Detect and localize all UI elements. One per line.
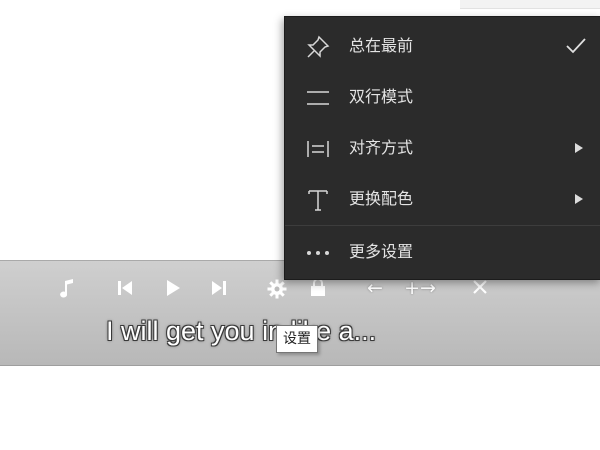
menu-item-label: 更多设置 — [349, 242, 414, 261]
previous-track-button[interactable] — [112, 275, 138, 301]
menu-item-more-settings[interactable]: 更多设置 — [285, 227, 600, 277]
next-track-button[interactable] — [206, 275, 232, 301]
menu-item-alignment[interactable]: 对齐方式 — [285, 123, 600, 173]
more-icon — [305, 240, 331, 266]
text-color-icon — [305, 187, 331, 213]
play-button[interactable] — [160, 275, 186, 301]
menu-item-always-on-top[interactable]: 总在最前 — [285, 21, 600, 71]
menu-item-label: 双行模式 — [349, 87, 414, 106]
double-line-icon — [305, 85, 331, 111]
background-window-edge — [460, 0, 600, 9]
music-note-icon[interactable] — [54, 275, 80, 301]
menu-item-label: 总在最前 — [349, 36, 414, 55]
menu-item-change-color[interactable]: 更换配色 — [285, 174, 600, 224]
pin-icon — [305, 34, 331, 60]
menu-item-label: 更换配色 — [349, 189, 414, 208]
menu-item-double-line-mode[interactable]: 双行模式 — [285, 72, 600, 122]
settings-tooltip: 设置 — [276, 325, 318, 353]
checkmark-icon — [565, 21, 587, 71]
align-icon — [305, 136, 331, 162]
submenu-arrow-icon — [573, 123, 585, 173]
menu-divider — [285, 225, 600, 226]
menu-item-label: 对齐方式 — [349, 138, 414, 157]
submenu-arrow-icon — [573, 174, 585, 224]
settings-context-menu: 总在最前 双行模式 对齐方式 更换配色 更多设置 — [284, 16, 600, 280]
